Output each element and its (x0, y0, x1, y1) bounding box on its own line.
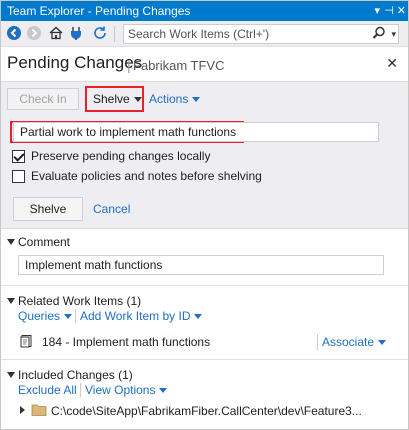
forward-icon[interactable] (25, 24, 43, 42)
queries-label: Queries (18, 309, 61, 323)
search-icon[interactable] (372, 26, 386, 45)
actions-menu[interactable]: Actions (149, 92, 201, 106)
related-work-items-collapse-icon[interactable] (7, 298, 15, 304)
associate-menu[interactable]: Associate (322, 335, 387, 349)
associate-label: Associate (322, 335, 375, 349)
page-title: Pending Changes (7, 53, 143, 72)
section-divider (1, 359, 408, 360)
page-header: Pending Changes | Fabrikam TFVC ✕ (1, 47, 408, 79)
header-separator: | (127, 57, 131, 73)
queries-chevron-down-icon (64, 314, 73, 320)
shelve-menu[interactable]: Shelve (93, 92, 142, 106)
included-changes-collapse-icon[interactable] (7, 372, 15, 378)
evaluate-policies-checkbox[interactable] (12, 170, 25, 183)
comment-input[interactable]: Implement math functions (18, 255, 384, 275)
add-work-item-by-id-link[interactable]: Add Work Item by ID (80, 309, 203, 323)
toolbar-separator (114, 26, 115, 42)
view-options-link[interactable]: View Options (85, 383, 168, 397)
evaluate-policies-label: Evaluate policies and notes before shelv… (31, 169, 262, 183)
included-changes-heading: Included Changes (1) (18, 368, 133, 382)
project-name: Fabrikam TFVC (133, 58, 225, 73)
preserve-changes-checkbox[interactable] (12, 150, 25, 163)
connect-icon[interactable] (67, 24, 85, 42)
shelve-button[interactable]: Shelve (13, 197, 83, 221)
cancel-link[interactable]: Cancel (93, 202, 130, 216)
shelve-menu-label: Shelve (93, 92, 130, 106)
associate-chevron-down-icon (378, 340, 387, 346)
check-in-button[interactable]: Check In (7, 88, 79, 110)
toolbar: Search Work Items (Ctrl+') ▾ (1, 21, 408, 47)
comment-heading: Comment (18, 235, 71, 249)
view-options-chevron-down-icon (159, 388, 168, 394)
home-icon[interactable] (47, 24, 65, 42)
title-bar: Team Explorer - Pending Changes ▾ ⊣ ✕ (1, 1, 408, 21)
actions-chevron-down-icon (192, 97, 201, 103)
search-dropdown-icon[interactable]: ▾ (391, 25, 396, 43)
link-separator (75, 309, 76, 323)
shelve-chevron-down-icon (133, 97, 142, 103)
related-work-items-heading: Related Work Items (1) (18, 294, 142, 308)
window-dropdown-icon[interactable]: ▾ (374, 1, 380, 21)
comment-value: Implement math functions (25, 258, 163, 272)
refresh-icon[interactable] (91, 24, 109, 42)
queries-link[interactable]: Queries (18, 309, 73, 323)
add-work-item-chevron-down-icon (194, 314, 203, 320)
page-close-icon[interactable]: ✕ (386, 55, 398, 72)
shelve-panel: Check In Shelve Actions Partial work to … (1, 81, 408, 229)
view-options-label: View Options (85, 383, 156, 397)
window-close-icon[interactable]: ✕ (397, 1, 406, 21)
included-change-path[interactable]: C:\code\SiteApp\FabrikamFiber.CallCenter… (51, 404, 362, 418)
add-work-item-by-id-label: Add Work Item by ID (80, 309, 191, 323)
work-item-icon (19, 334, 33, 351)
team-explorer-window: Team Explorer - Pending Changes ▾ ⊣ ✕ Se… (0, 0, 409, 430)
search-placeholder: Search Work Items (Ctrl+') (128, 27, 270, 41)
search-work-items-input[interactable]: Search Work Items (Ctrl+') ▾ (123, 24, 399, 44)
shelveset-name-value: Partial work to implement math functions (20, 125, 237, 139)
back-icon[interactable] (5, 24, 23, 42)
window-title: Team Explorer - Pending Changes (7, 4, 191, 18)
actions-menu-label: Actions (149, 92, 189, 106)
link-separator (80, 383, 81, 397)
comment-collapse-icon[interactable] (7, 239, 15, 245)
pin-icon[interactable]: ⊣ (384, 1, 394, 21)
shelveset-name-input[interactable]: Partial work to implement math functions (13, 122, 379, 142)
section-divider (1, 285, 408, 286)
expand-folder-icon[interactable] (20, 406, 25, 414)
exclude-all-link[interactable]: Exclude All (18, 383, 77, 397)
preserve-changes-label: Preserve pending changes locally (31, 149, 211, 163)
folder-icon (31, 403, 47, 420)
associate-separator (317, 334, 318, 350)
work-item-row[interactable]: 184 - Implement math functions (42, 335, 210, 349)
